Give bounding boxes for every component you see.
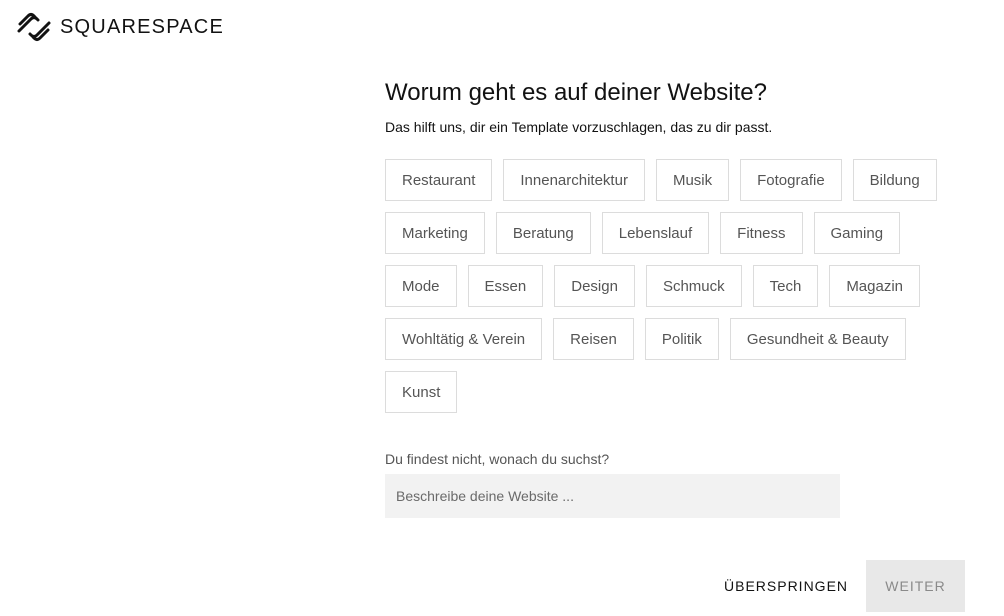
category-chip[interactable]: Innenarchitektur [503, 159, 645, 201]
squarespace-logo-icon [17, 13, 51, 41]
category-chip[interactable]: Fitness [720, 212, 803, 254]
category-chip[interactable]: Reisen [553, 318, 634, 360]
page-title: Worum geht es auf deiner Website? [385, 79, 767, 106]
category-chip[interactable]: Kunst [385, 371, 458, 413]
category-chip[interactable]: Schmuck [645, 265, 742, 307]
category-chip[interactable]: Marketing [385, 212, 485, 254]
category-chip[interactable]: Politik [644, 318, 719, 360]
category-chip-row: Restaurant Innenarchitektur Musik Fotografi… [385, 159, 985, 201]
category-chip[interactable]: Restaurant [385, 159, 493, 201]
next-button[interactable]: WEITER [866, 560, 965, 612]
category-chip-row: Mode Essen Design Schmuck Tech Magazin [385, 265, 985, 307]
category-chip[interactable]: Gaming [813, 212, 901, 254]
brand-logo[interactable]: SQUARESPACE [16, 12, 224, 42]
category-chip-row: Kunst [385, 371, 985, 413]
custom-prompt-label: Du findest nicht, wonach du suchst? [385, 451, 610, 467]
onboarding-page: SQUARESPACE Worum geht es auf deiner Web… [0, 0, 1004, 616]
category-chip-row: Wohltätig & Verein Reisen Politik Gesundhei… [385, 318, 985, 360]
category-chip[interactable]: Fotografie [740, 159, 842, 201]
category-chip[interactable]: Lebenslauf [601, 212, 710, 254]
category-chip[interactable]: Musik [655, 159, 730, 201]
describe-website-input[interactable] [385, 474, 840, 518]
main-content: Worum geht es auf deiner Website? Das hi… [385, 78, 985, 518]
category-chip[interactable]: Magazin [829, 265, 921, 307]
category-chip-list: Restaurant Innenarchitektur Musik Fotografi… [385, 159, 985, 424]
category-chip[interactable]: Gesundheit & Beauty [729, 318, 906, 360]
category-chip[interactable]: Wohltätig & Verein [385, 318, 543, 360]
category-chip[interactable]: Beratung [495, 212, 591, 254]
category-chip-row: Marketing Beratung Lebenslauf Fitness Gaming [385, 212, 985, 254]
skip-button[interactable]: ÜBERSPRINGEN [718, 560, 854, 612]
category-chip[interactable]: Tech [752, 265, 819, 307]
category-chip[interactable]: Design [554, 265, 635, 307]
brand-name: SQUARESPACE [60, 15, 224, 38]
category-chip[interactable]: Mode [385, 265, 457, 307]
category-chip[interactable]: Bildung [852, 159, 937, 201]
page-subtitle: Das hilft uns, dir ein Template vorzusch… [385, 119, 773, 135]
category-chip[interactable]: Essen [467, 265, 544, 307]
